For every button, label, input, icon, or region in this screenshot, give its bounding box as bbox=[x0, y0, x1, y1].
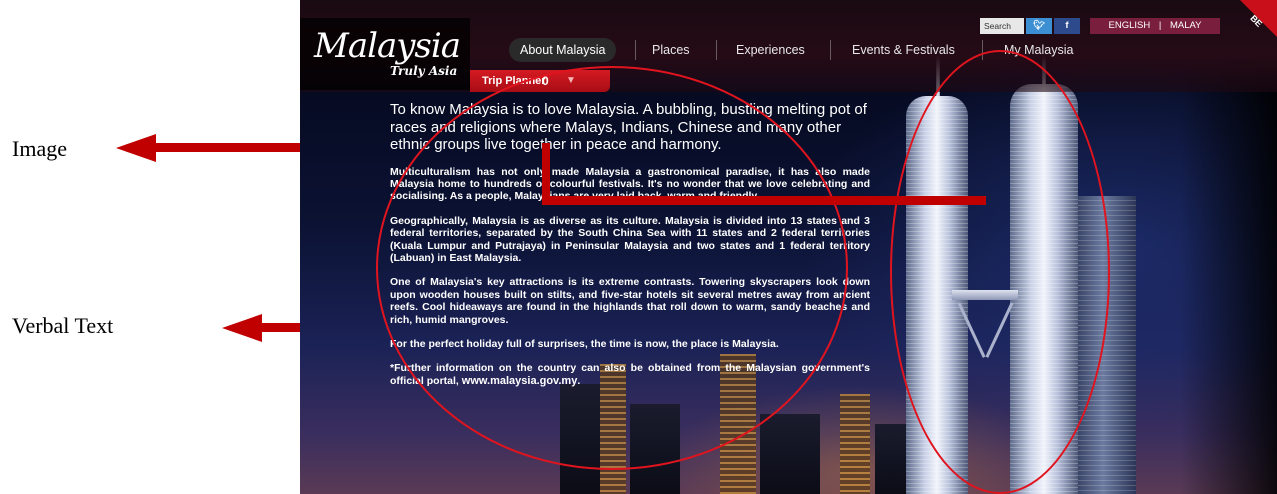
text-region-ellipse bbox=[376, 66, 848, 470]
nav-events-festivals[interactable]: Events & Festivals bbox=[852, 38, 955, 62]
nav-experiences[interactable]: Experiences bbox=[736, 38, 805, 62]
nav-separator bbox=[635, 40, 636, 60]
logo[interactable]: Malaysia Truly Asia bbox=[300, 18, 470, 90]
image-annotation-connector-vertical bbox=[542, 143, 550, 203]
image-annotation-label: Image bbox=[12, 136, 67, 161]
nav-separator bbox=[716, 40, 717, 60]
lang-malay[interactable]: MALAY bbox=[1170, 20, 1202, 31]
corner-ribbon[interactable] bbox=[1240, 0, 1277, 60]
nav-places[interactable]: Places bbox=[652, 38, 690, 62]
logo-tagline: Truly Asia bbox=[390, 64, 458, 78]
city-building bbox=[760, 414, 820, 494]
nav-separator bbox=[830, 40, 831, 60]
text-annotation-label: Verbal Text bbox=[12, 313, 114, 338]
facebook-icon[interactable]: f bbox=[1054, 18, 1080, 34]
image-annotation-connector-horizontal bbox=[542, 196, 986, 205]
text-annotation-arrow-head bbox=[222, 314, 262, 342]
logo-wordmark: Malaysia bbox=[314, 26, 461, 66]
lang-separator: | bbox=[1158, 20, 1162, 31]
nav-about-malaysia[interactable]: About Malaysia bbox=[509, 38, 617, 62]
image-region-ellipse bbox=[890, 50, 1110, 494]
language-switcher: ENGLISH | MALAY bbox=[1090, 18, 1220, 34]
website-screenshot: Malaysia Truly Asia About Malaysia Place… bbox=[300, 0, 1277, 494]
image-annotation-arrow-head bbox=[116, 134, 156, 162]
search-button[interactable]: Search bbox=[980, 18, 1024, 34]
lang-english[interactable]: ENGLISH bbox=[1109, 20, 1151, 31]
city-building-lit bbox=[840, 394, 870, 494]
twitter-icon[interactable]: 🐦︎ bbox=[1026, 18, 1052, 34]
